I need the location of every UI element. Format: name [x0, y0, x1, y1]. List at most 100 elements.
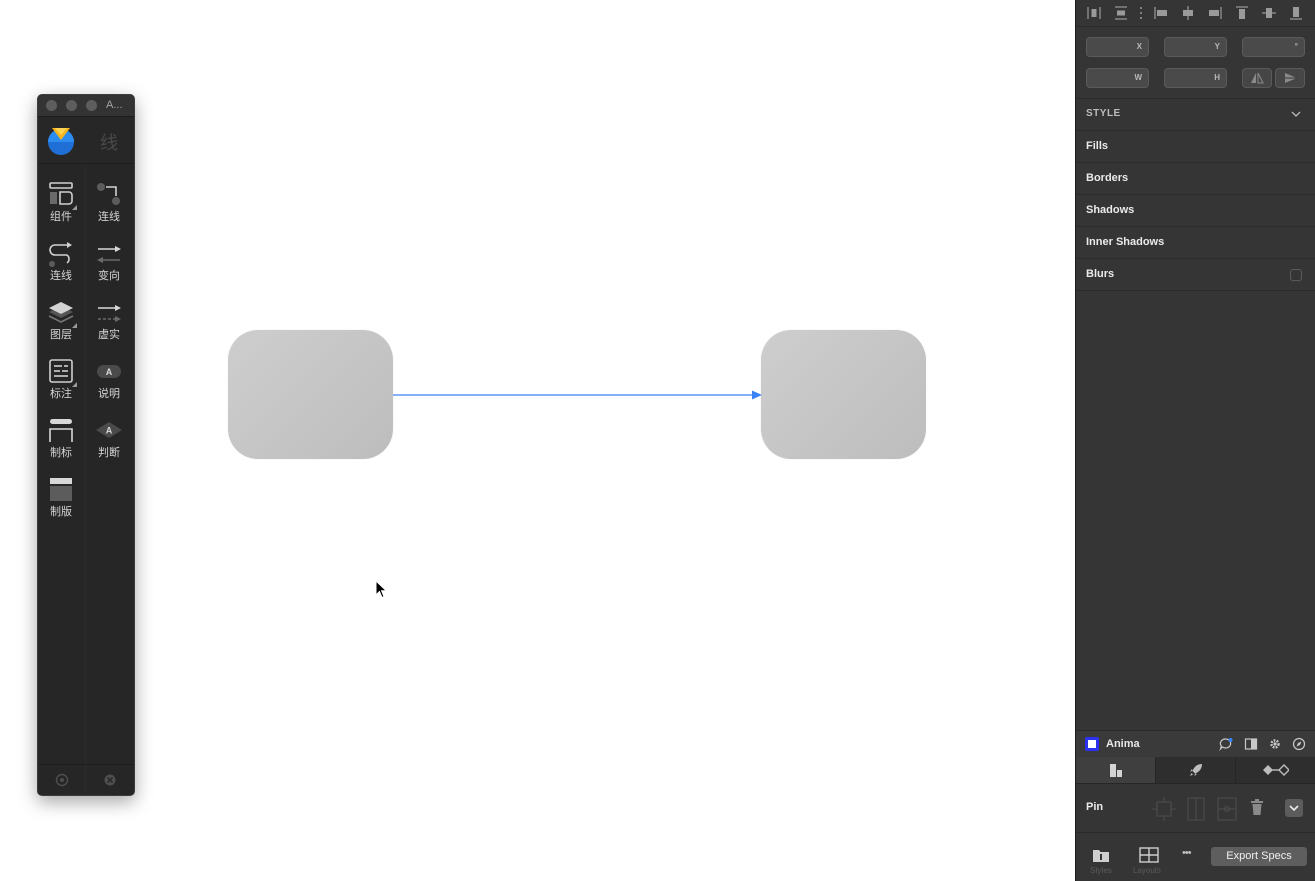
section-label: Inner Shadows: [1086, 236, 1165, 248]
pin-horizontal-icon[interactable]: [1216, 796, 1238, 822]
tool-label: 组件: [50, 211, 72, 223]
more-distribute-icon[interactable]: [1133, 5, 1149, 21]
window-minimize-button[interactable]: [66, 100, 77, 111]
column-divider: [85, 164, 86, 795]
align-horizontal-center-icon[interactable]: [1180, 5, 1196, 21]
tool-annotation[interactable]: 标注: [39, 359, 83, 415]
plugin-logo-icon[interactable]: [47, 125, 75, 155]
x-position-field[interactable]: X: [1086, 37, 1149, 57]
settings-gear-icon[interactable]: [55, 773, 69, 787]
tab-prototype[interactable]: [1236, 757, 1315, 783]
mouse-pointer-icon: [375, 580, 388, 599]
dash-solid-icon: [98, 305, 121, 322]
pin-label: Pin: [1086, 801, 1104, 813]
flow-node-start[interactable]: [228, 330, 393, 459]
palette-titlebar[interactable]: A...: [38, 95, 134, 117]
shadows-section[interactable]: Shadows: [1076, 194, 1315, 226]
styles-folder-icon[interactable]: [1092, 847, 1110, 863]
inspector-panel: X Y ° W H STYLE Fills Borders Shadows In…: [1075, 0, 1315, 881]
connector-line[interactable]: [393, 388, 763, 402]
tool-layer[interactable]: 图层: [39, 300, 83, 356]
chevron-down-icon[interactable]: [1290, 108, 1302, 120]
pin-vertical-icon[interactable]: [1186, 796, 1206, 822]
blurs-section[interactable]: Blurs: [1076, 258, 1315, 290]
annotation-list-icon: [49, 359, 73, 383]
curved-connector-icon: [49, 242, 72, 267]
gear-icon[interactable]: [1268, 737, 1282, 751]
link-nodes-icon: [1263, 764, 1289, 776]
field-suffix: H: [1214, 73, 1220, 82]
tool-label: 虚实: [98, 329, 120, 341]
align-vertical-center-icon[interactable]: [1261, 5, 1277, 21]
tool-component[interactable]: 组件: [39, 182, 83, 238]
flip-horizontal-icon: [1251, 72, 1264, 84]
align-right-icon[interactable]: [1207, 5, 1223, 21]
tool-palette-window[interactable]: A... 线 组件 连线 连线 变向 图层 虚实 标注 A 说明 制标 A 判断…: [37, 94, 135, 796]
inspector-bottom-bar: Styles Layouts ••• Export Specs: [1076, 833, 1315, 881]
tool-description[interactable]: A 说明: [87, 359, 131, 415]
badge-letter: A: [106, 426, 113, 436]
tool-connector-curve[interactable]: 连线: [39, 241, 83, 297]
inner-shadows-section[interactable]: Inner Shadows: [1076, 226, 1315, 258]
design-canvas[interactable]: [0, 0, 1075, 881]
section-label: Fills: [1086, 140, 1109, 152]
export-specs-button[interactable]: Export Specs: [1211, 847, 1307, 866]
flow-node-end[interactable]: [761, 330, 926, 459]
align-top-icon[interactable]: [1234, 5, 1250, 21]
mark-frame-icon: [49, 419, 73, 442]
tool-make-mark[interactable]: 制标: [39, 418, 83, 474]
tool-connector-elbow[interactable]: 连线: [87, 182, 131, 238]
height-field[interactable]: H: [1164, 68, 1227, 88]
trash-icon[interactable]: [1249, 798, 1265, 816]
field-suffix: X: [1136, 42, 1142, 51]
tool-label: 连线: [98, 211, 120, 223]
compass-icon[interactable]: [1292, 737, 1306, 751]
distribute-horizontal-icon[interactable]: [1086, 5, 1102, 21]
flip-vertical-icon: [1285, 73, 1297, 83]
align-bottom-icon[interactable]: [1288, 5, 1304, 21]
pin-all-sides-icon[interactable]: [1151, 796, 1177, 822]
decision-diamond-icon: A: [96, 422, 122, 438]
line-tab[interactable]: 线: [97, 129, 121, 155]
panel-toggle-icon[interactable]: [1244, 737, 1258, 751]
reverse-direction-icon: [97, 246, 121, 263]
borders-section[interactable]: Borders: [1076, 162, 1315, 194]
rotation-field[interactable]: °: [1242, 37, 1305, 57]
anima-title: Anima: [1106, 738, 1140, 750]
layouts-caption: Layouts: [1133, 866, 1162, 875]
tool-make-board[interactable]: 制版: [39, 477, 83, 533]
section-label: Borders: [1086, 172, 1129, 184]
flip-horizontal-button[interactable]: [1242, 68, 1272, 88]
blur-toggle-checkbox[interactable]: [1290, 269, 1302, 281]
field-suffix: W: [1134, 73, 1142, 82]
palette-window-title: A...: [106, 99, 123, 111]
tool-dash-solid[interactable]: 虚实: [87, 300, 131, 356]
anima-tab-bar: [1076, 757, 1315, 784]
pin-options-dropdown[interactable]: [1285, 799, 1303, 817]
tab-launch[interactable]: [1156, 757, 1236, 783]
tab-layout[interactable]: [1076, 757, 1156, 783]
tool-label: 图层: [50, 329, 72, 341]
distribute-vertical-icon[interactable]: [1113, 5, 1129, 21]
styles-caption: Styles: [1090, 866, 1112, 875]
flip-vertical-button[interactable]: [1275, 68, 1305, 88]
y-position-field[interactable]: Y: [1164, 37, 1227, 57]
submenu-indicator: [72, 382, 77, 387]
description-badge-icon: A: [97, 365, 121, 378]
more-options-button[interactable]: •••: [1182, 847, 1192, 859]
window-zoom-button[interactable]: [86, 100, 97, 111]
tool-direction[interactable]: 变向: [87, 241, 131, 297]
tool-decision[interactable]: A 判断: [87, 418, 131, 474]
fills-section[interactable]: Fills: [1076, 130, 1315, 162]
chat-bubble-icon[interactable]: [1219, 737, 1233, 751]
field-suffix: °: [1294, 42, 1298, 51]
tool-label: 标注: [50, 388, 72, 400]
width-field[interactable]: W: [1086, 68, 1149, 88]
layouts-grid-icon[interactable]: [1139, 847, 1159, 863]
section-label: Shadows: [1086, 204, 1135, 216]
submenu-indicator: [72, 205, 77, 210]
close-circle-icon[interactable]: [103, 773, 117, 787]
align-left-icon[interactable]: [1153, 5, 1169, 21]
window-close-button[interactable]: [46, 100, 57, 111]
style-section-header: STYLE: [1086, 108, 1121, 119]
